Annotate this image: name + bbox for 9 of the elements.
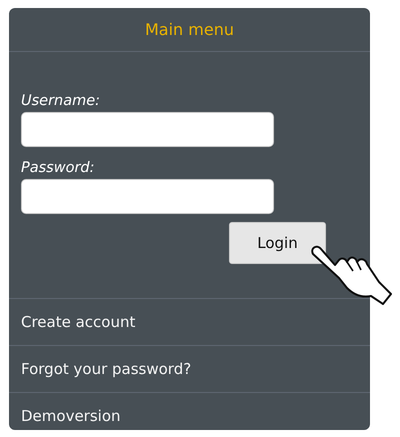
menu-link[interactable]: Demoversion <box>9 392 370 437</box>
input-field[interactable] <box>21 112 274 147</box>
menu-title: Main menu <box>9 8 370 52</box>
field-label: Username: <box>21 93 100 110</box>
login-button[interactable]: Login <box>229 222 326 264</box>
menu-link[interactable]: Create account <box>9 298 370 345</box>
field-label: Password: <box>21 160 95 177</box>
menu-link[interactable]: Forgot your password? <box>9 345 370 392</box>
input-field[interactable] <box>21 179 274 214</box>
